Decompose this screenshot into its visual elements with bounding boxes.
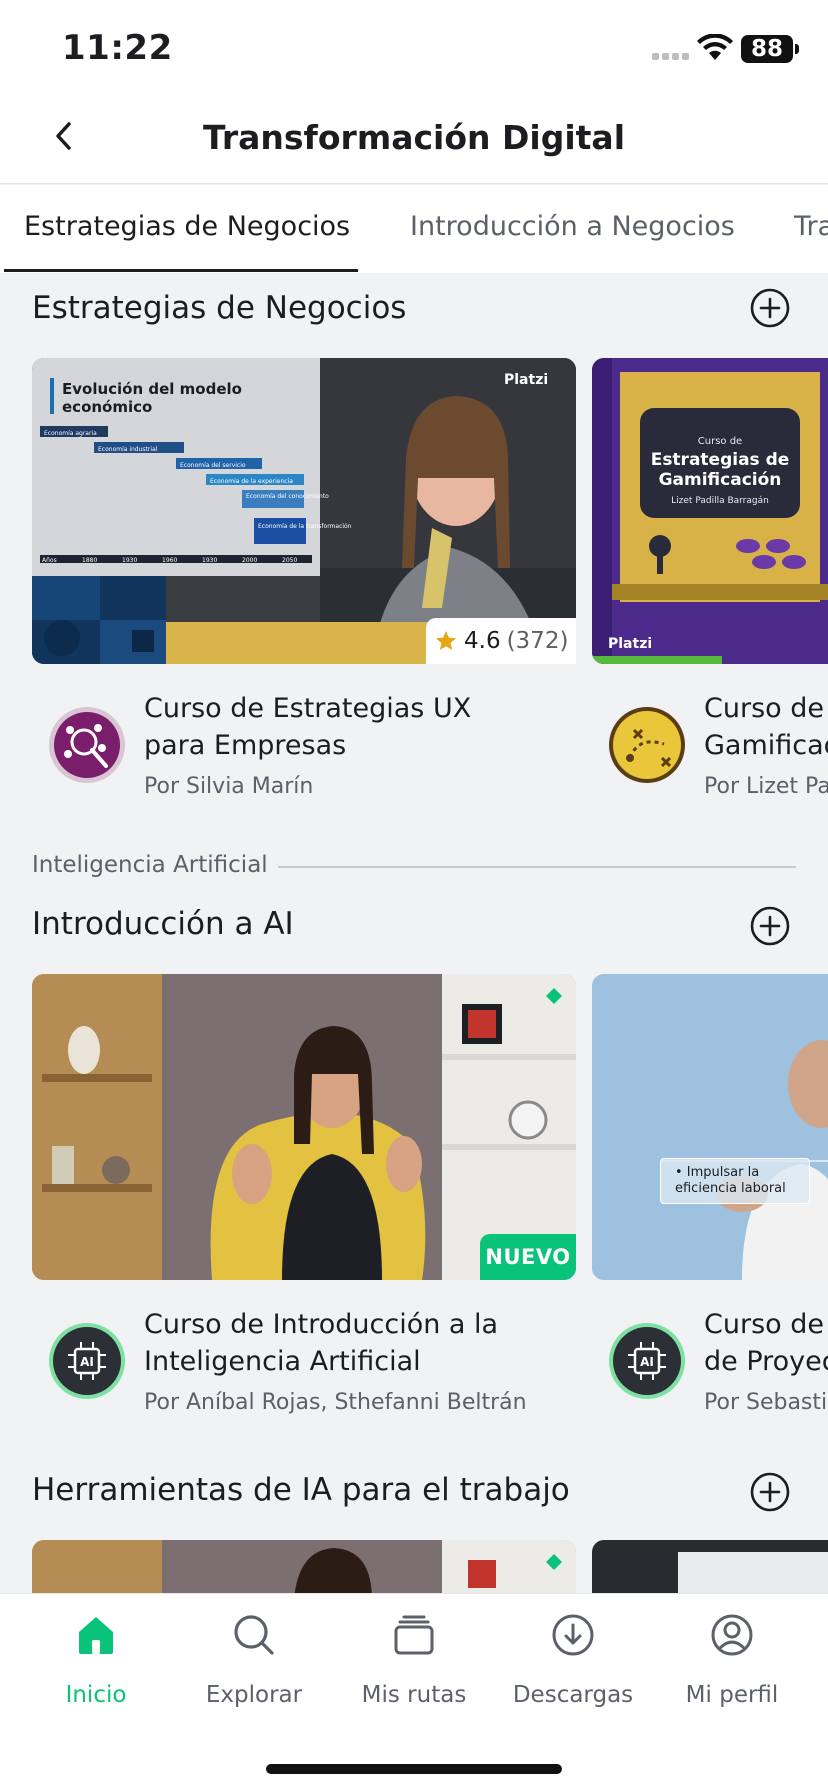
- video-thumbnail: [32, 1540, 576, 1600]
- course-thumbnail-gamificacion[interactable]: Platzi Curso de Estrategias de Gamificac…: [592, 358, 828, 664]
- nav-label: Inicio: [65, 1682, 127, 1708]
- nav-descargas[interactable]: Descargas: [503, 1612, 643, 1708]
- nav-explorar[interactable]: Explorar: [184, 1612, 324, 1708]
- rating-count: (372): [506, 628, 569, 654]
- course-thumbnail-herramientas-2[interactable]: [592, 1540, 828, 1600]
- course-author: Por Aníbal Rojas, Sthefanni Beltrán: [144, 1390, 527, 1415]
- thumb-small-label: Curso de: [697, 436, 743, 447]
- video-thumbnail: Platzi: [592, 358, 828, 664]
- course-thumbnail-ia-proyectos[interactable]: • Impulsar la eficiencia laboral: [592, 974, 828, 1280]
- nav-label: Explorar: [205, 1682, 303, 1708]
- slide-timeline-item: Economía agraria: [44, 430, 97, 437]
- course-title-line1[interactable]: Curso de Introducción a la: [144, 1306, 498, 1343]
- page-title: Transformación Digital: [202, 118, 626, 157]
- nav-label: Descargas: [512, 1682, 634, 1708]
- course-thumbnail-herramientas-1[interactable]: [32, 1540, 576, 1600]
- course-badge-ai-icon: AI: [48, 1322, 126, 1400]
- video-thumbnail: [592, 974, 828, 1280]
- thumb-course-title: Estrategias de Gamificación: [650, 450, 790, 490]
- slide-axis-label: 2050: [282, 557, 297, 564]
- course-badge-ai-icon: AI: [608, 1322, 686, 1400]
- slide-axis-label: 1930: [202, 557, 217, 564]
- course-author: Por Lizet Pa: [704, 774, 828, 799]
- slide-axis-label: Años: [42, 557, 57, 564]
- nav-mi-perfil[interactable]: Mi perfil: [662, 1612, 802, 1708]
- ai-chip-label: AI: [80, 1355, 94, 1369]
- rating-score: 4.6: [464, 628, 501, 654]
- course-title-line2[interactable]: de Proyec: [704, 1343, 828, 1380]
- home-indicator: [266, 1764, 562, 1774]
- nav-inicio[interactable]: Inicio: [26, 1612, 166, 1708]
- active-tab-indicator: [4, 269, 358, 272]
- video-thumbnail: [592, 1540, 828, 1600]
- tab-third[interactable]: Tra: [794, 211, 828, 242]
- nav-mis-rutas[interactable]: Mis rutas: [344, 1612, 484, 1708]
- slide-axis-label: 1880: [82, 557, 97, 564]
- slide-timeline-item: Economía de la experiencia: [210, 478, 293, 485]
- add-path-button[interactable]: [750, 1472, 790, 1512]
- slide-timeline-item: Economía del servicio: [180, 462, 246, 469]
- course-title-line1[interactable]: Curso de Estrategias UX: [144, 690, 471, 727]
- category-label: Inteligencia Artificial: [32, 852, 268, 878]
- slide-axis-label: 1960: [162, 557, 177, 564]
- tab-estrategias-de-negocios[interactable]: Estrategias de Negocios: [24, 211, 350, 242]
- battery-icon: 88: [741, 35, 799, 63]
- tab-introduccion-a-negocios[interactable]: Introducción a Negocios: [410, 211, 735, 242]
- nav-label: Mis rutas: [361, 1682, 467, 1708]
- star-icon: [436, 631, 456, 650]
- platzi-logo: Platzi: [608, 636, 652, 652]
- stack-icon: [394, 1615, 434, 1655]
- slide-title-text: económico: [62, 398, 152, 416]
- slide-timeline-item: Economía de la transformación: [258, 523, 352, 530]
- slide-title-text: Evolución del modelo: [62, 380, 242, 398]
- add-path-button[interactable]: [750, 288, 790, 328]
- profile-icon: [711, 1614, 753, 1656]
- section-title-introduccion-ai: Introducción a AI: [32, 906, 294, 942]
- course-author: Por Sebasti: [704, 1390, 828, 1415]
- home-icon: [79, 1617, 113, 1654]
- course-title-line1[interactable]: Curso de I: [704, 1306, 828, 1343]
- download-icon: [552, 1614, 594, 1656]
- status-bar: 11:22 88: [0, 0, 828, 96]
- add-path-button[interactable]: [750, 906, 790, 946]
- section-title-estrategias: Estrategias de Negocios: [32, 290, 407, 326]
- ai-chip-label: AI: [640, 1355, 654, 1369]
- search-icon: [234, 1615, 274, 1655]
- section-title-herramientas-ia: Herramientas de IA para el trabajo: [32, 1472, 570, 1508]
- new-badge: NUEVO: [480, 1234, 576, 1280]
- course-author: Por Silvia Marín: [144, 774, 314, 799]
- platzi-logo: Platzi: [504, 372, 548, 388]
- course-title-line2[interactable]: Gamificac: [704, 727, 828, 764]
- thumb-author: Lizet Padilla Barragán: [671, 496, 769, 506]
- category-divider: [278, 866, 796, 868]
- course-title-line2[interactable]: Inteligencia Artificial: [144, 1343, 421, 1380]
- course-badge-ux-icon: [48, 706, 126, 784]
- slide-timeline-item: Economía industrial: [98, 446, 158, 453]
- wifi-icon: [697, 34, 733, 60]
- thumb-bullet-text: • Impulsar la eficiencia laboral: [660, 1158, 810, 1204]
- bottom-navigation: Inicio Explorar Mis rutas Descargas Mi p…: [0, 1594, 828, 1792]
- course-badge-gamificacion-icon: [608, 706, 686, 784]
- slide-axis-label: 1930: [122, 557, 137, 564]
- nav-label: Mi perfil: [685, 1682, 779, 1708]
- slide-timeline-item: Economía del conocimiento: [246, 493, 329, 500]
- cellular-signal-icon: [652, 53, 689, 60]
- course-title-line2[interactable]: para Empresas: [144, 727, 346, 764]
- slide-axis-label: 2000: [242, 557, 257, 564]
- rating-badge: 4.6 (372): [426, 618, 576, 664]
- course-title-line1[interactable]: Curso de E: [704, 690, 828, 727]
- status-time: 11:22: [62, 28, 173, 68]
- top-bar: Transformación Digital: [0, 96, 828, 184]
- tab-bar: Estrategias de Negocios Introducción a N…: [0, 185, 828, 273]
